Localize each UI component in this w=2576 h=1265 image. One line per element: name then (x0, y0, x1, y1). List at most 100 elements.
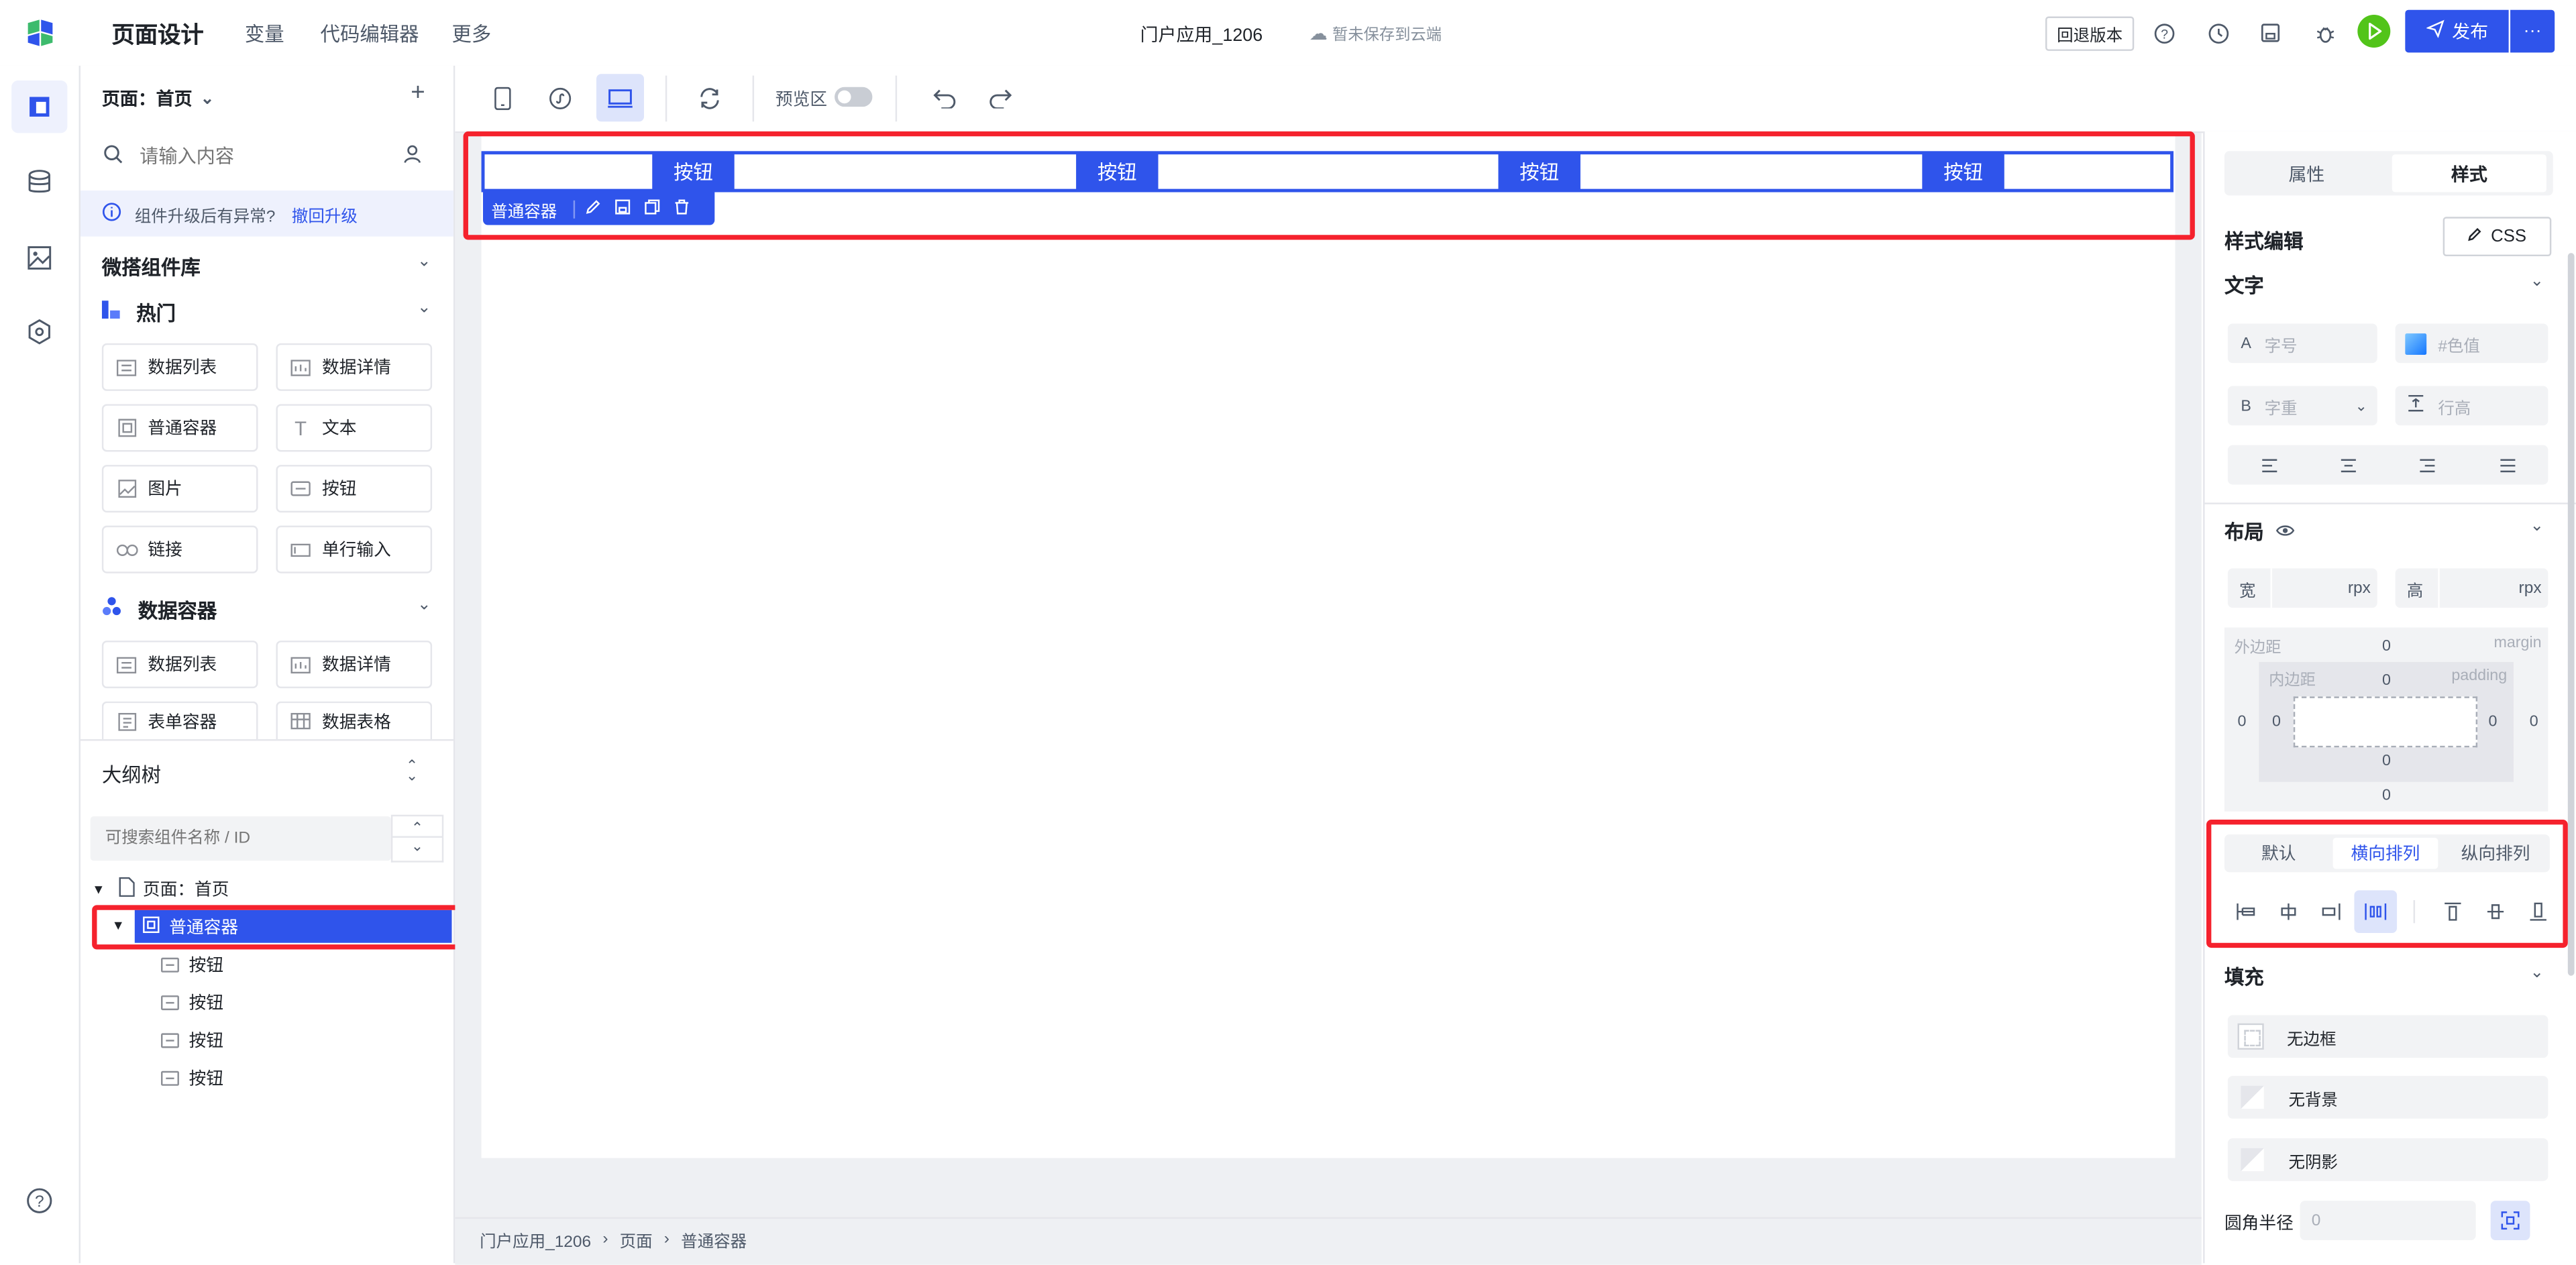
tile-data-detail-2[interactable]: 数据详情 (276, 641, 433, 689)
component-search-input[interactable] (136, 146, 390, 170)
tile-text[interactable]: T 文本 (276, 404, 433, 452)
tile-single-input[interactable]: 单行输入 (276, 525, 433, 573)
tile-data-list-2[interactable]: 数据列表 (101, 641, 258, 689)
tab-style[interactable]: 样式 (2392, 154, 2546, 192)
rollback-button[interactable]: 回退版本 (2045, 16, 2135, 51)
tile-button[interactable]: 按钮 (276, 465, 433, 513)
align-right-icon[interactable] (2408, 447, 2445, 483)
rail-image-icon[interactable] (26, 245, 52, 279)
tile-link[interactable]: 链接 (101, 525, 258, 573)
publish-more-button[interactable]: ··· (2510, 9, 2555, 53)
hot-collapse-icon[interactable]: ⌄ (417, 299, 431, 317)
height-input[interactable]: 高 rpx (2395, 568, 2548, 608)
line-height-input[interactable]: 行高 (2395, 386, 2548, 426)
font-size-input[interactable]: A 字号 (2227, 323, 2377, 364)
margin-label: 外边距 (2234, 639, 2282, 657)
border-option[interactable]: 无边框 (2227, 1015, 2548, 1058)
tree-node-button-4[interactable]: 按钮 (161, 1060, 223, 1096)
padding-bottom-value[interactable]: 0 (2382, 753, 2391, 771)
breadcrumb-page[interactable]: 页面 (620, 1227, 653, 1252)
tile-form-container[interactable]: 表单容器 (101, 701, 258, 740)
save-icon[interactable] (2253, 15, 2289, 51)
width-input[interactable]: 宽 rpx (2227, 568, 2377, 608)
help-icon[interactable]: ? (2145, 15, 2182, 51)
tab-properties[interactable]: 属性 (2224, 151, 2389, 195)
align-left-icon[interactable] (2251, 447, 2287, 483)
app-logo-icon[interactable] (25, 18, 56, 48)
eye-icon[interactable] (2275, 516, 2295, 545)
font-weight-select[interactable]: B 字重 ⌄ (2227, 386, 2377, 426)
margin-en-label: margin (2493, 634, 2542, 653)
rail-database-icon[interactable] (26, 169, 52, 203)
design-canvas[interactable] (481, 133, 2176, 1158)
revert-upgrade-link[interactable]: 撤回升级 (292, 201, 358, 226)
tile-container[interactable]: 普通容器 (101, 404, 258, 452)
padding-en-label: padding (2451, 667, 2508, 685)
page-selector[interactable]: 页面：首页 ⌄ (102, 85, 214, 111)
outline-next-button[interactable]: ⌄ (390, 837, 444, 863)
layout-collapse-icon[interactable]: ⌄ (2530, 517, 2544, 535)
tile-data-list[interactable]: 数据列表 (101, 343, 258, 391)
rail-help-icon[interactable]: ? (26, 1188, 52, 1222)
background-option[interactable]: 无背景 (2227, 1076, 2548, 1119)
publish-button[interactable]: 发布 (2405, 9, 2509, 53)
padding-top-value[interactable]: 0 (2382, 672, 2391, 690)
add-page-icon[interactable]: + (411, 79, 425, 107)
padding-left-value[interactable]: 0 (2272, 713, 2281, 731)
nav-variables[interactable]: 变量 (245, 19, 284, 48)
margin-bottom-value[interactable]: 0 (2382, 787, 2391, 805)
padding-right-value[interactable]: 0 (2489, 713, 2498, 731)
undo-icon[interactable] (925, 79, 965, 119)
margin-left-value[interactable]: 0 (2238, 713, 2247, 731)
component-search[interactable] (80, 135, 453, 181)
mobile-view-icon[interactable] (483, 79, 523, 119)
outline-search[interactable] (90, 816, 391, 861)
outline-prev-button[interactable]: ⌃ (390, 814, 444, 838)
component-filter-icon[interactable] (402, 143, 424, 172)
debug-icon[interactable] (2306, 15, 2343, 51)
outline-search-input[interactable] (101, 828, 388, 850)
redo-icon[interactable] (981, 79, 1020, 119)
breadcrumb-app[interactable]: 门户应用_1206 (480, 1227, 591, 1252)
history-icon[interactable] (2200, 15, 2236, 51)
rail-plugin-icon[interactable] (26, 319, 52, 353)
preview-toggle[interactable] (835, 87, 873, 107)
text-collapse-icon[interactable]: ⌄ (2530, 273, 2544, 291)
breadcrumb-container[interactable]: 普通容器 (681, 1227, 747, 1252)
data-collapse-icon[interactable]: ⌄ (417, 596, 431, 614)
align-justify-icon[interactable] (2489, 447, 2525, 483)
nav-code-editor[interactable]: 代码编辑器 (321, 19, 419, 48)
tree-node-button-2[interactable]: 按钮 (161, 984, 223, 1020)
margin-top-value[interactable]: 0 (2382, 637, 2391, 655)
tile-data-table[interactable]: 数据表格 (276, 701, 433, 740)
hot-section-header[interactable]: 热门 (101, 297, 176, 327)
miniprogram-view-icon[interactable] (541, 79, 580, 119)
tile-image[interactable]: 图片 (101, 465, 258, 513)
shadow-option[interactable]: 无阴影 (2227, 1138, 2548, 1181)
fill-collapse-icon[interactable]: ⌄ (2530, 965, 2544, 983)
color-input[interactable]: #色值 (2395, 323, 2548, 364)
radius-individual-icon[interactable] (2490, 1201, 2530, 1240)
data-section-header[interactable]: 数据容器 (102, 595, 217, 624)
panel-scrollbar[interactable] (2567, 253, 2575, 976)
breadcrumb-separator-icon: › (602, 1230, 608, 1249)
rail-page-icon[interactable] (11, 80, 68, 133)
align-center-icon[interactable] (2330, 447, 2366, 483)
nav-more[interactable]: 更多 (451, 19, 491, 48)
refresh-icon[interactable] (690, 79, 730, 119)
more-label: ··· (2523, 21, 2542, 42)
run-preview-icon[interactable] (2357, 15, 2391, 48)
outline-expand-icon[interactable]: ⌃ ⌄ (406, 758, 418, 783)
tile-data-detail[interactable]: 数据详情 (276, 343, 433, 391)
pc-view-icon[interactable] (596, 74, 645, 122)
tile-label: 数据详情 (322, 655, 391, 675)
margin-right-value[interactable]: 0 (2530, 713, 2538, 731)
radius-input[interactable]: 0 (2300, 1201, 2476, 1240)
tree-node-button-1[interactable]: 按钮 (161, 946, 223, 983)
tree-node-button-3[interactable]: 按钮 (161, 1022, 223, 1058)
layout-section-header[interactable]: 布局 (2224, 516, 2295, 545)
css-button[interactable]: CSS (2443, 217, 2552, 257)
style-panel: 属性 样式 样式编辑 CSS 文字 ⌄ A 字号 #色值 B 字重 ⌄ 行高 布… (2203, 131, 2576, 1264)
tree-node-page[interactable]: ▼ 页面：首页 (92, 871, 229, 907)
library-collapse-icon[interactable]: ⌄ (417, 253, 431, 271)
